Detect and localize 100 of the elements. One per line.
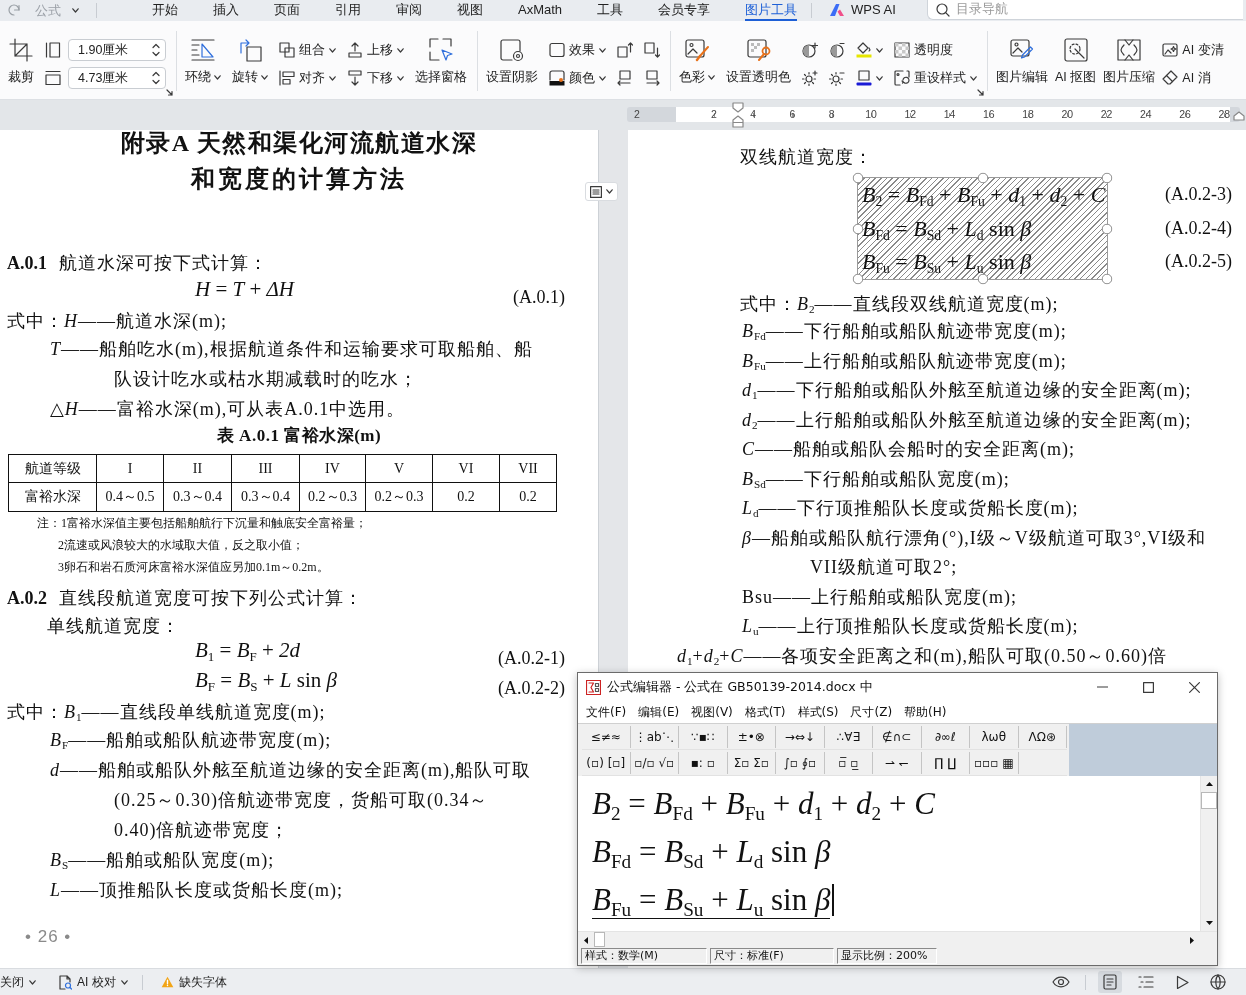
- palette-button[interactable]: (▫) [▫]: [582, 751, 631, 774]
- size-field[interactable]: 1.90厘米: [68, 39, 166, 61]
- size-field[interactable]: 4.73厘米: [68, 67, 166, 89]
- ruler-number: 24: [1139, 107, 1152, 122]
- ai-tab[interactable]: WPS AI: [829, 0, 896, 21]
- ribbon-button[interactable]: 图片编辑: [996, 21, 1048, 87]
- ribbon-button[interactable]: 环绕: [185, 21, 221, 87]
- eye-icon[interactable]: [1052, 976, 1070, 988]
- status-button[interactable]: 关闭: [0, 971, 36, 993]
- menu-item[interactable]: 帮助(H): [903, 703, 948, 721]
- equation-object[interactable]: B$_{2}$ = B$_{Fd}$ + B$_{Fu}$ + d$_{1}$ + d$_{2}$ + C B$_{Fd}$ = B$_{Sd}$ + L$_{d}$ sin β B$_{Fu}$ = B$_{Su}$ + L$_{u}$ sin β: [858, 178, 1107, 279]
- equation-number: (A.0.2-5): [1165, 250, 1232, 274]
- launcher-icon[interactable]: [977, 89, 984, 96]
- resize-handle[interactable]: [852, 223, 864, 234]
- ribbon-button[interactable]: 设置透明色: [726, 21, 791, 87]
- menu-item[interactable]: 编辑(E): [637, 703, 681, 721]
- tab[interactable]: 视图: [457, 0, 483, 21]
- ribbon-button[interactable]: 色彩: [679, 21, 715, 87]
- app-icon: [586, 679, 601, 695]
- menu-item[interactable]: 文件(F): [585, 703, 628, 721]
- tab[interactable]: 引用: [335, 0, 361, 21]
- palette-button[interactable]: ∉∩⊂: [873, 725, 922, 748]
- menu-item[interactable]: 样式(S): [796, 703, 840, 721]
- ribbon-button[interactable]: 透明度: [894, 37, 977, 63]
- resize-handle[interactable]: [852, 273, 864, 285]
- indent-marker-icon[interactable]: [732, 102, 744, 128]
- resize-handle[interactable]: [852, 172, 864, 184]
- equation[interactable]: B$_{2}$ = B$_{Fd}$ + B$_{Fu}$ + d$_{1}$ + d$_{2}$ + C: [592, 786, 935, 822]
- tab[interactable]: 会员专享: [658, 0, 711, 21]
- menu-item[interactable]: 视图(V): [690, 703, 734, 721]
- resize-handle[interactable]: [1101, 223, 1113, 234]
- palette-button[interactable]: ∫▫ ∮▫: [776, 751, 825, 774]
- ribbon-button[interactable]: 设置阴影: [486, 21, 538, 87]
- page-icon[interactable]: [1103, 974, 1117, 990]
- palette-button[interactable]: ∂∞ℓ: [921, 725, 970, 748]
- palette-button[interactable]: ⋮ab⋱: [630, 725, 679, 748]
- palette-button[interactable]: →⇔↓: [776, 725, 825, 748]
- tab[interactable]: 页面: [274, 0, 300, 21]
- layout-options-button[interactable]: [585, 182, 618, 201]
- definition-text: (0.25～0.30)倍航迹带宽度，货船可取(0.34～: [114, 789, 489, 812]
- palette-button[interactable]: ΛΩ⊛: [1018, 725, 1067, 748]
- tab[interactable]: 开始: [152, 0, 178, 21]
- square-icon: [549, 42, 565, 58]
- indent-marker-icon[interactable]: [1233, 111, 1245, 121]
- contrast-up-icon: [802, 42, 818, 58]
- scroll-thumb[interactable]: [1201, 792, 1217, 809]
- resize-handle[interactable]: [977, 273, 988, 285]
- equation[interactable]: B$_{Fd}$ = B$_{Sd}$ + L$_{d}$ sin β: [592, 834, 831, 870]
- tab[interactable]: 工具: [597, 0, 624, 21]
- ribbon-button[interactable]: 选择窗格: [415, 21, 467, 87]
- resize-handle[interactable]: [1101, 273, 1113, 285]
- palette-button[interactable]: ▫/▫ √▫: [630, 751, 679, 774]
- fill-icon: [856, 42, 872, 58]
- menu-item[interactable]: 格式(T): [743, 703, 787, 721]
- status-button[interactable]: AI 校对: [58, 971, 128, 993]
- ribbon-button[interactable]: AI 消: [1162, 65, 1224, 91]
- ribbon-button[interactable]: 效果: [549, 37, 606, 63]
- palette-button[interactable]: ▫̅ ▫̲: [824, 751, 873, 774]
- definition-text: B$_{Fd}$——下行船舶或船队航迹带宽度(m);: [742, 320, 1067, 344]
- scroll-thumb[interactable]: [594, 932, 605, 947]
- ribbon-button[interactable]: 裁剪: [8, 21, 34, 87]
- definition-text: 式中：B$_{1}$——直线段单线航道宽度(m);: [7, 701, 326, 725]
- palette-button[interactable]: ±•⊗: [727, 725, 776, 748]
- menu-item[interactable]: 尺寸(Z): [849, 703, 894, 721]
- status-button[interactable]: 缺失字体: [160, 971, 227, 993]
- palette-button[interactable]: ⇀ ↽: [873, 751, 922, 774]
- spinner-icon[interactable]: [152, 43, 160, 57]
- resize-handle[interactable]: [1101, 172, 1113, 184]
- ribbon-button[interactable]: 旋转: [232, 21, 268, 87]
- horizontal-scrollbar[interactable]: [578, 931, 1217, 947]
- resize-handle[interactable]: [977, 172, 988, 184]
- palette-button[interactable]: ∏ ∐: [921, 751, 970, 774]
- equation[interactable]: B$_{Fu}$ = B$_{Su}$ + L$_{u}$ sin β: [592, 881, 831, 919]
- ribbon-button[interactable]: 颜色: [549, 65, 606, 91]
- palette-button[interactable]: λωθ: [970, 725, 1019, 748]
- play-icon[interactable]: [1175, 974, 1189, 990]
- spinner-icon[interactable]: [152, 71, 160, 85]
- palette-button[interactable]: ▫▫▫ ▦: [970, 751, 1019, 774]
- tab[interactable]: 审阅: [396, 0, 422, 21]
- palette-button[interactable]: ≤≠≈: [582, 725, 631, 748]
- ribbon-button[interactable]: 上移: [347, 37, 404, 63]
- ribbon-button[interactable]: AI 变清: [1162, 37, 1224, 63]
- launcher-icon[interactable]: [166, 89, 173, 96]
- ribbon-button[interactable]: 重设样式: [894, 65, 977, 91]
- equation: H = T + ΔH: [195, 278, 295, 300]
- ribbon-button[interactable]: 对齐: [279, 65, 336, 91]
- ribbon-button[interactable]: 下移: [347, 65, 404, 91]
- ribbon-button[interactable]: 组合: [279, 37, 336, 63]
- palette-button[interactable]: ▪: ▫: [679, 751, 728, 774]
- document-search-icon: [58, 974, 72, 990]
- tab[interactable]: AxMath: [518, 0, 563, 21]
- palette-button[interactable]: ∵▪∷: [679, 725, 728, 748]
- vertical-scrollbar[interactable]: [1200, 776, 1217, 931]
- checkerboard-icon: [894, 42, 910, 58]
- ribbon-button[interactable]: 图片压缩: [1103, 21, 1156, 87]
- tab[interactable]: 插入: [213, 0, 239, 21]
- palette-button[interactable]: Σ▫ Σ▫: [727, 751, 776, 774]
- palette-button[interactable]: ∴∀∃: [824, 725, 873, 748]
- ribbon-button[interactable]: AI 抠图: [1055, 21, 1097, 87]
- table-cell: 0.2～0.3: [299, 482, 366, 512]
